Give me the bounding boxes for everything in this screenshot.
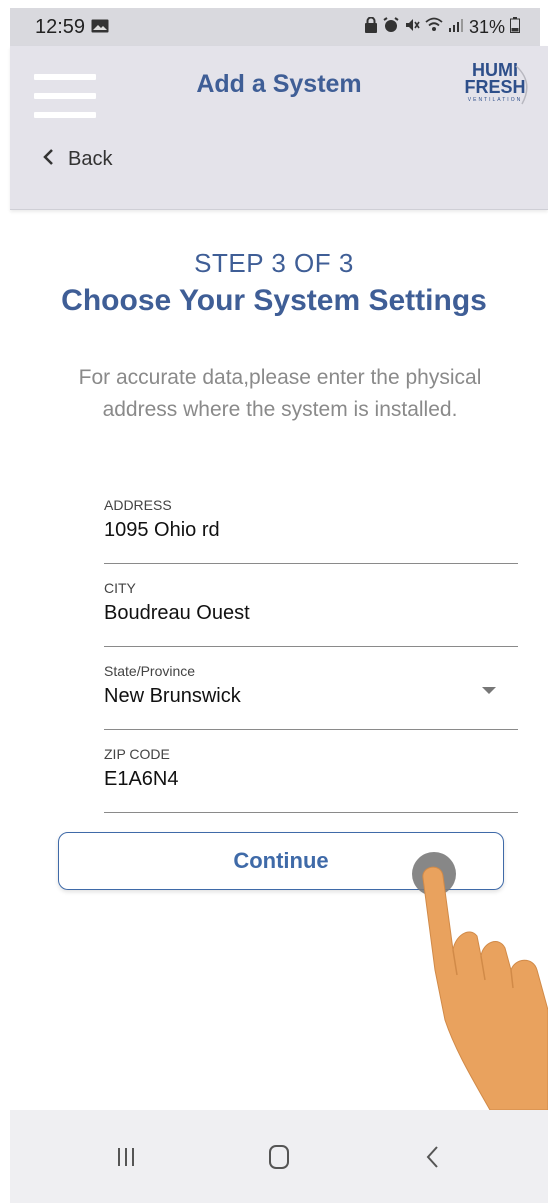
zip-field[interactable]: ZIP CODE E1A6N4 xyxy=(104,746,518,813)
back-label: Back xyxy=(68,147,113,170)
city-input[interactable]: Boudreau Ouest xyxy=(104,602,518,628)
lock-icon xyxy=(364,16,378,38)
city-label: CITY xyxy=(104,580,136,596)
status-time: 12:59 xyxy=(35,15,86,38)
system-nav-bar xyxy=(10,1110,548,1203)
battery-percent: 31% xyxy=(468,16,505,37)
recents-button[interactable] xyxy=(96,1137,156,1177)
wifi-icon xyxy=(425,17,443,38)
alarm-icon xyxy=(383,16,399,38)
pointing-hand-icon xyxy=(422,866,548,1110)
humifresh-logo: HUMI FRESH VENTILATION xyxy=(464,60,528,105)
city-field[interactable]: CITY Boudreau Ouest xyxy=(104,580,518,647)
zip-input[interactable]: E1A6N4 xyxy=(104,768,518,794)
recents-icon xyxy=(118,1147,135,1166)
status-bar: 12:59 31% xyxy=(10,8,540,46)
step-indicator: STEP 3 OF 3 xyxy=(194,248,354,278)
status-left: 12:59 xyxy=(35,16,109,39)
address-label: ADDRESS xyxy=(104,497,172,513)
instructions-text: For accurate data,please enter the physi… xyxy=(78,366,482,421)
state-value[interactable]: New Brunswick xyxy=(104,685,518,711)
continue-label: Continue xyxy=(233,848,329,873)
battery-icon xyxy=(510,16,520,38)
logo-text-ventilation: VENTILATION xyxy=(468,97,522,103)
address-field[interactable]: ADDRESS 1095 Ohio rd xyxy=(104,497,518,564)
state-label: State/Province xyxy=(104,663,196,679)
section-title: Choose Your System Settings xyxy=(61,284,487,317)
system-back-button[interactable] xyxy=(402,1137,462,1177)
logo-text-fresh: FRESH xyxy=(464,77,525,97)
back-button[interactable]: Back xyxy=(42,146,112,172)
mute-icon xyxy=(404,17,420,38)
chevron-left-icon xyxy=(426,1145,438,1168)
address-input[interactable]: 1095 Ohio rd xyxy=(104,519,518,545)
zip-label: ZIP CODE xyxy=(104,746,170,762)
signal-icon xyxy=(448,17,464,38)
home-icon xyxy=(268,1144,289,1169)
image-icon xyxy=(91,16,109,39)
app-header: Add a System HUMI FRESH VENTILATION Back xyxy=(10,46,548,210)
chevron-left-icon xyxy=(42,146,54,172)
dropdown-arrow-icon[interactable] xyxy=(482,687,496,694)
state-select[interactable]: State/Province New Brunswick xyxy=(104,663,518,730)
home-button[interactable] xyxy=(249,1137,309,1177)
status-right: 31% xyxy=(364,16,520,38)
